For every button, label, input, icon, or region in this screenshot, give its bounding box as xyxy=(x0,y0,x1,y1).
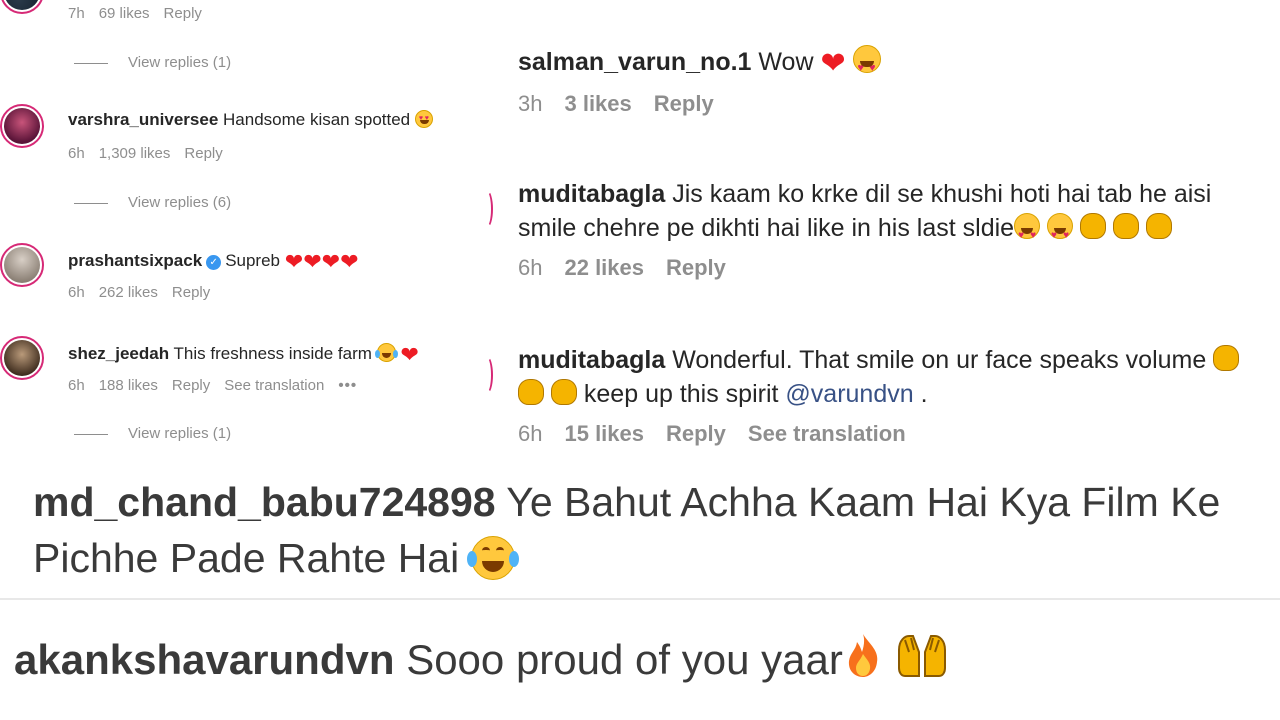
clapping-hands-emoji xyxy=(1112,213,1139,239)
comment-text: Supreb xyxy=(225,251,281,270)
comment-username[interactable]: muditabagla xyxy=(518,346,665,374)
comment-time: 6h xyxy=(518,421,543,446)
red-heart-emoji: ❤ xyxy=(340,249,359,274)
comment-text: keep up this spirit xyxy=(583,380,779,408)
heart-eyes-emoji: ♥ ♥ xyxy=(852,45,881,74)
red-heart-emoji: ❤ xyxy=(303,249,322,274)
reply-button[interactable]: Reply xyxy=(164,5,202,22)
clapping-hands-emoji xyxy=(1145,213,1172,239)
comment-item: salman_varun_no.1 Wow ❤ ♥ ♥ 3h 3 likes Rep… xyxy=(518,45,1268,117)
zoomed-comment-panel: md_chand_babu724898 Ye Bahut Achha Kaam … xyxy=(0,460,1280,598)
view-replies-label: View replies (6) xyxy=(128,194,232,211)
comment-text: . xyxy=(920,380,928,408)
divider-dash xyxy=(74,433,108,435)
comment-body: salman_varun_no.1 Wow ❤ ♥ ♥ xyxy=(518,45,1268,81)
comment-likes[interactable]: 15 likes xyxy=(564,421,644,446)
left-comments-panel: 7h 69 likes Reply View replies (1) varshra… xyxy=(0,0,485,458)
comment-time: 7h xyxy=(68,5,85,22)
clapping-hands-emoji xyxy=(550,379,577,405)
laughing-tears-emoji xyxy=(374,343,398,362)
comment-text: This freshness inside farm xyxy=(173,344,372,363)
comment-body: muditabagla Jis kaam ko krke dil se khus… xyxy=(518,177,1268,245)
red-heart-emoji: ❤ xyxy=(284,249,304,274)
red-heart-emoji: ❤ xyxy=(400,342,419,367)
zoomed-comment-panel: akankshavarundvn Sooo proud of you yaar xyxy=(0,600,1280,720)
comment-time: 3h xyxy=(518,91,543,116)
comment-username[interactable]: muditabagla xyxy=(518,180,665,208)
comment-meta: 6h 1,309 likes Reply xyxy=(68,145,237,162)
verified-badge-icon: ✓ xyxy=(206,255,222,270)
comment-meta: 3h 3 likes Reply xyxy=(518,91,1268,117)
comment-likes[interactable]: 69 likes xyxy=(99,5,150,22)
reply-button[interactable]: Reply xyxy=(172,377,210,394)
comment-meta: 6h 188 likes Reply See translation ••• xyxy=(68,377,371,394)
red-heart-emoji: ❤ xyxy=(820,47,846,80)
heart-eyes-emoji: ♥ ♥ xyxy=(1014,213,1041,241)
fire-emoji xyxy=(843,632,883,678)
mention-link[interactable]: @varundvn xyxy=(785,380,913,408)
clapping-hands-emoji xyxy=(518,379,544,405)
laughing-tears-emoji xyxy=(466,536,519,580)
comment-username[interactable]: varshra_universee xyxy=(68,110,218,129)
comment-text: Handsome kisan spotted xyxy=(223,110,411,129)
view-replies-button[interactable]: View replies (1) xyxy=(74,425,231,442)
see-translation-button[interactable]: See translation xyxy=(748,421,906,446)
comment-username[interactable]: akankshavarundvn xyxy=(14,636,395,683)
comment-username[interactable]: shez_jeedah xyxy=(68,344,169,363)
view-replies-label: View replies (1) xyxy=(128,425,232,442)
comment-body: akankshavarundvn Sooo proud of you yaar xyxy=(14,630,949,690)
comment-text: Wonderful. That smile on ur face speaks … xyxy=(672,346,1207,374)
comment-likes[interactable]: 22 likes xyxy=(564,255,644,280)
comment-username[interactable]: salman_varun_no.1 xyxy=(518,48,751,76)
more-options-icon[interactable]: ••• xyxy=(338,377,357,394)
comment-body: varshra_universee Handsome kisan spotted… xyxy=(68,110,433,130)
comment-body: muditabagla Wonderful. That smile on ur … xyxy=(518,343,1268,411)
reply-button[interactable]: Reply xyxy=(654,91,714,116)
view-replies-button[interactable]: View replies (6) xyxy=(74,194,231,211)
red-heart-emoji: ❤ xyxy=(321,249,341,274)
comment-text: Wow xyxy=(758,48,814,76)
comment-time: 6h xyxy=(68,145,85,162)
clapping-hands-emoji xyxy=(1213,345,1240,371)
reply-button[interactable]: Reply xyxy=(666,421,726,446)
comment-time: 6h xyxy=(518,255,543,280)
divider-dash xyxy=(74,202,108,204)
view-replies-button[interactable]: View replies (1) xyxy=(74,54,231,71)
comment-meta: 7h 69 likes Reply xyxy=(68,5,216,22)
comment-likes[interactable]: 3 likes xyxy=(564,91,631,116)
raising-hands-emoji xyxy=(895,632,949,680)
comment-item: muditabagla Wonderful. That smile on ur … xyxy=(518,343,1268,447)
right-comments-panel: salman_varun_no.1 Wow ❤ ♥ ♥ 3h 3 likes Rep… xyxy=(487,0,1280,458)
comment-likes[interactable]: 188 likes xyxy=(99,377,158,394)
comment-likes[interactable]: 1,309 likes xyxy=(99,145,171,162)
comment-time: 6h xyxy=(68,284,85,301)
comment-likes[interactable]: 262 likes xyxy=(99,284,158,301)
comment-body: shez_jeedah This freshness inside farm ❤ xyxy=(68,342,419,368)
comment-meta: 6h 262 likes Reply xyxy=(68,284,224,301)
reply-button[interactable]: Reply xyxy=(666,255,726,280)
avatar[interactable] xyxy=(0,243,44,287)
heart-eyes-emoji: ♥ ♥ xyxy=(414,110,433,128)
divider-dash xyxy=(74,62,108,64)
avatar-ring-edge xyxy=(487,356,493,394)
comment-body: prashantsixpack ✓ Supreb ❤❤❤❤ xyxy=(68,249,359,275)
comment-body: md_chand_babu724898 Ye Bahut Achha Kaam … xyxy=(33,474,1263,586)
avatar-ring-edge xyxy=(487,190,493,228)
see-translation-button[interactable]: See translation xyxy=(224,377,324,394)
comment-text: Sooo proud of you yaar xyxy=(406,636,843,683)
clapping-hands-emoji xyxy=(1079,213,1106,239)
reply-button[interactable]: Reply xyxy=(184,145,222,162)
heart-eyes-emoji: ♥ ♥ xyxy=(1047,213,1074,241)
view-replies-label: View replies (1) xyxy=(128,54,232,71)
comment-item: muditabagla Jis kaam ko krke dil se khus… xyxy=(518,177,1268,281)
avatar[interactable] xyxy=(0,0,44,14)
avatar[interactable] xyxy=(0,336,44,380)
reply-button[interactable]: Reply xyxy=(172,284,210,301)
comment-username[interactable]: prashantsixpack xyxy=(68,251,202,270)
comment-meta: 6h 22 likes Reply xyxy=(518,255,1268,281)
avatar[interactable] xyxy=(0,104,44,148)
comment-time: 6h xyxy=(68,377,85,394)
comment-meta: 6h 15 likes Reply See translation xyxy=(518,421,1268,447)
comment-username[interactable]: md_chand_babu724898 xyxy=(33,479,496,525)
